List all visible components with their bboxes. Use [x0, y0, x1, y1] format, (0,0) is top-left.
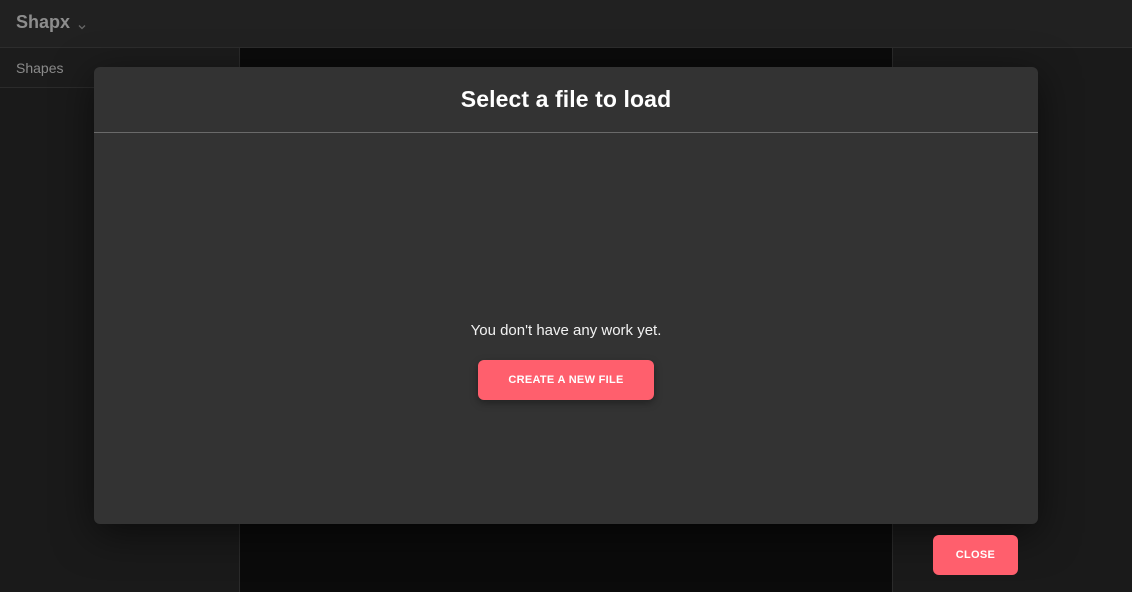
dialog-body: You don't have any work yet. CREATE A NE… [94, 133, 1038, 575]
app-window: Shapx Shapes Select a file to load You d… [0, 0, 1132, 592]
close-button[interactable]: CLOSE [933, 535, 1018, 575]
create-new-file-button[interactable]: CREATE A NEW FILE [478, 360, 654, 400]
empty-state-message: You don't have any work yet. [470, 322, 662, 339]
dialog-title: Select a file to load [460, 86, 672, 112]
dialog-header: Select a file to load [94, 67, 1038, 133]
file-load-dialog: Select a file to load You don't have any… [94, 67, 1038, 575]
